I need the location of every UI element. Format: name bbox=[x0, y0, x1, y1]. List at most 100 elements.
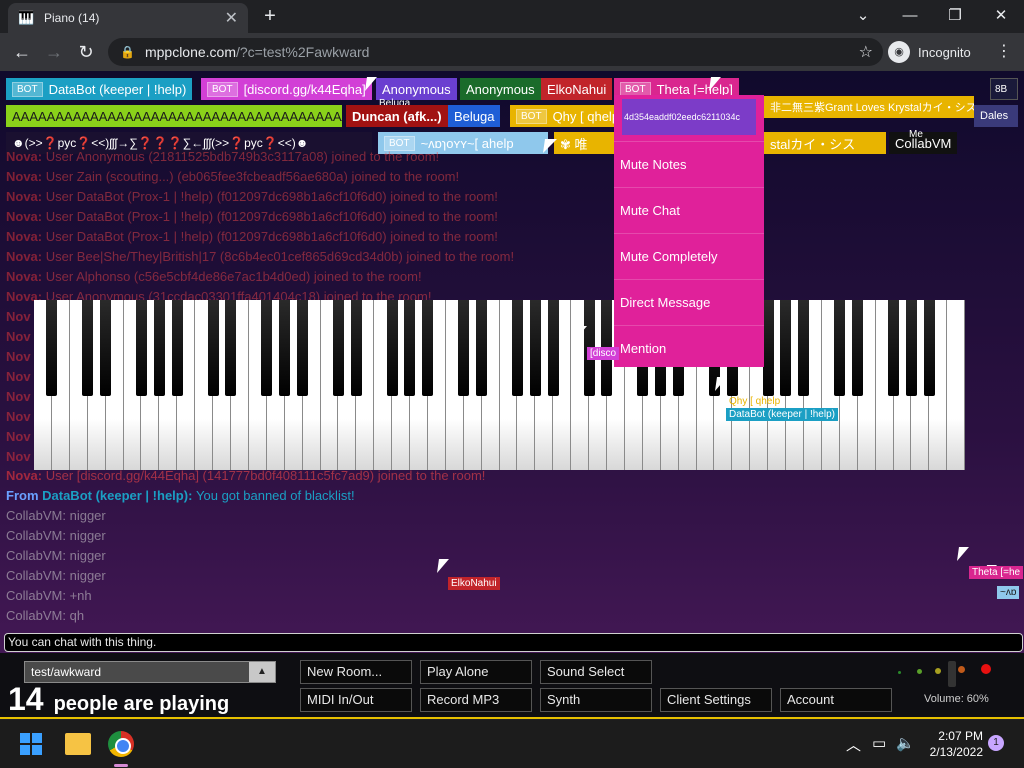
chat-input[interactable]: You can chat with this thing. bbox=[4, 633, 1023, 652]
user-tag-elkonahui[interactable]: ElkoNahui bbox=[541, 78, 613, 100]
taskbar: ︿ ▭ 🔈 2:07 PM 2/13/2022 1 bbox=[0, 720, 1024, 768]
menu-item-direct-message[interactable]: Direct Message bbox=[614, 279, 764, 325]
volume-knob[interactable] bbox=[948, 661, 956, 687]
black-key[interactable] bbox=[82, 300, 94, 396]
bookmark-star-icon[interactable]: ☆ bbox=[859, 42, 873, 62]
user-tag-krystal[interactable]: stalカイ・シス bbox=[764, 132, 886, 154]
menu-item-mention[interactable]: Mention bbox=[614, 325, 764, 371]
restore-button[interactable]: ❐ bbox=[940, 4, 970, 28]
black-key[interactable] bbox=[511, 300, 523, 396]
chat-line: Nova: User [discord.gg/k44Eqha] (141777b… bbox=[6, 468, 486, 483]
black-key[interactable] bbox=[261, 300, 273, 396]
black-key[interactable] bbox=[225, 300, 237, 396]
black-key[interactable] bbox=[905, 300, 917, 396]
volume-label: Volume: 60% bbox=[924, 693, 989, 705]
incognito-icon: ◉ bbox=[888, 41, 910, 63]
chat-line-dm: From DataBot (keeper | !help): You got b… bbox=[6, 488, 355, 503]
meter-dot bbox=[958, 666, 965, 673]
user-tag-anonymous-2[interactable]: Anonymous bbox=[460, 78, 541, 100]
close-tab-icon[interactable]: ✕ bbox=[225, 8, 238, 28]
black-key[interactable] bbox=[852, 300, 864, 396]
address-bar[interactable]: 🔒 mppclone.com /?c=test%2Fawkward ☆ bbox=[108, 38, 883, 66]
new-tab-button[interactable]: + bbox=[258, 4, 282, 28]
black-key[interactable] bbox=[547, 300, 559, 396]
menu-item-mute-completely[interactable]: Mute Completely bbox=[614, 233, 764, 279]
black-key[interactable] bbox=[529, 300, 541, 396]
file-explorer-icon[interactable] bbox=[65, 733, 91, 755]
user-tag-aaaa[interactable]: AAAAAAAAAAAAAAAAAAAAAAAAAAAAAAAAAAAAAAAA… bbox=[6, 105, 342, 127]
synth-button[interactable]: Synth bbox=[540, 688, 652, 712]
meter-dot bbox=[917, 669, 922, 674]
piano-keyboard[interactable] bbox=[34, 300, 966, 470]
play-alone-button[interactable]: Play Alone bbox=[420, 660, 532, 684]
black-key[interactable] bbox=[798, 300, 810, 396]
room-selector[interactable]: test/awkward ▲ bbox=[24, 661, 276, 683]
account-button[interactable]: Account bbox=[780, 688, 892, 712]
black-key[interactable] bbox=[207, 300, 219, 396]
room-name: test/awkward bbox=[31, 665, 102, 679]
black-key[interactable] bbox=[404, 300, 416, 396]
sound-select-button[interactable]: Sound Select bbox=[540, 660, 652, 684]
bot-badge: BOT bbox=[207, 81, 238, 97]
black-key[interactable] bbox=[279, 300, 291, 396]
cursor-label-databot: DataBot (keeper | !help) bbox=[726, 408, 838, 421]
black-key[interactable] bbox=[887, 300, 899, 396]
clock[interactable]: 2:07 PM 2/13/2022 bbox=[925, 728, 983, 760]
user-tag-beluga[interactable]: Beluga bbox=[448, 105, 501, 127]
black-key[interactable] bbox=[171, 300, 183, 396]
tray-chevron-icon[interactable]: ︿ bbox=[846, 734, 861, 755]
chat-line: CollabVM: qh bbox=[6, 608, 85, 623]
back-button[interactable]: ← bbox=[8, 38, 36, 66]
user-tag-discord[interactable]: BOT [discord.gg/k44Eqha] bbox=[201, 78, 372, 100]
chat-recent: Nova: User [discord.gg/k44Eqha] (141777b… bbox=[6, 466, 766, 626]
active-app-indicator bbox=[114, 764, 128, 767]
chat-line: CollabVM: nigger bbox=[6, 508, 106, 523]
tab-search-icon[interactable]: ⌄ bbox=[848, 4, 878, 28]
speaker-icon[interactable]: 🔈 bbox=[896, 734, 915, 752]
black-key[interactable] bbox=[332, 300, 344, 396]
black-key[interactable] bbox=[834, 300, 846, 396]
user-tag-dales[interactable]: Dales bbox=[974, 105, 1018, 127]
user-tag-qhy[interactable]: BOT Qhy [ qhelp bbox=[510, 105, 614, 127]
black-key[interactable] bbox=[458, 300, 470, 396]
black-key[interactable] bbox=[46, 300, 58, 396]
room-dropdown-arrow-icon[interactable]: ▲ bbox=[249, 662, 275, 682]
record-mp3-button[interactable]: Record MP3 bbox=[420, 688, 532, 712]
chrome-icon[interactable] bbox=[108, 731, 134, 757]
start-button[interactable] bbox=[20, 733, 42, 755]
menu-item-mute-chat[interactable]: Mute Chat bbox=[614, 187, 764, 233]
notification-badge[interactable]: 1 bbox=[988, 735, 1004, 751]
url-path: /?c=test%2Fawkward bbox=[236, 44, 370, 60]
client-settings-button[interactable]: Client Settings bbox=[660, 688, 772, 712]
close-window-button[interactable]: ✕ bbox=[986, 4, 1016, 28]
browser-tab[interactable]: 🎹 Piano (14) ✕ bbox=[8, 3, 248, 33]
user-tag-grant[interactable]: 非二無三紫Grant Loves Krystalカイ・シス bbox=[764, 96, 974, 118]
user-tag-8b[interactable]: 8B bbox=[990, 78, 1018, 100]
midi-button[interactable]: MIDI In/Out bbox=[300, 688, 412, 712]
new-room-button[interactable]: New Room... bbox=[300, 660, 412, 684]
user-tag-databot[interactable]: BOT DataBot (keeper | !help) bbox=[6, 78, 193, 100]
forward-button[interactable]: → bbox=[40, 38, 68, 66]
black-key[interactable] bbox=[350, 300, 362, 396]
black-key[interactable] bbox=[923, 300, 935, 396]
black-key[interactable] bbox=[476, 300, 488, 396]
browser-menu-icon[interactable]: ⋮ bbox=[996, 41, 1012, 61]
control-bar: test/awkward ▲ 14 people are playing New… bbox=[0, 653, 1024, 719]
black-key[interactable] bbox=[386, 300, 398, 396]
cursor-icon bbox=[365, 77, 377, 91]
network-icon[interactable]: ▭ bbox=[872, 734, 886, 752]
minimize-button[interactable]: — bbox=[895, 4, 925, 28]
cursor-icon bbox=[709, 77, 721, 91]
black-key[interactable] bbox=[422, 300, 434, 396]
lock-icon[interactable]: 🔒 bbox=[120, 45, 135, 59]
black-key[interactable] bbox=[100, 300, 112, 396]
black-key[interactable] bbox=[297, 300, 309, 396]
reload-button[interactable]: ↻ bbox=[72, 38, 100, 66]
black-key[interactable] bbox=[135, 300, 147, 396]
black-key[interactable] bbox=[762, 300, 774, 396]
incognito-indicator[interactable]: ◉ Incognito bbox=[888, 38, 986, 66]
black-key[interactable] bbox=[153, 300, 165, 396]
black-key[interactable] bbox=[780, 300, 792, 396]
user-tag-duncan[interactable]: Duncan (afk...) bbox=[346, 105, 448, 127]
menu-item-mute-notes[interactable]: Mute Notes bbox=[614, 141, 764, 187]
